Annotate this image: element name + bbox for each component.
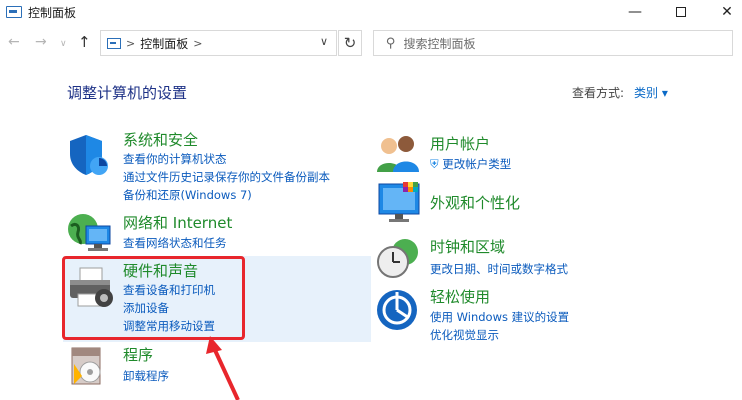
category-link[interactable]: ⛨ 更改帐户类型: [430, 156, 511, 172]
uac-shield-icon: ⛨: [430, 157, 443, 171]
search-input[interactable]: ⚲ 搜索控制面板: [373, 30, 733, 56]
display-icon: [378, 182, 420, 222]
search-placeholder: 搜索控制面板: [403, 36, 476, 51]
annotation-box: [62, 256, 245, 340]
category-title[interactable]: 用户帐户: [430, 135, 511, 153]
category-title[interactable]: 程序: [123, 346, 169, 364]
view-by-dropdown[interactable]: 类别 ▾: [634, 84, 668, 101]
category-link-label: 更改帐户类型: [442, 157, 512, 171]
category-link[interactable]: 卸载程序: [123, 368, 169, 384]
address-bar[interactable]: > 控制面板 > ∨: [100, 30, 337, 56]
category-title[interactable]: 外观和个性化: [430, 194, 520, 212]
breadcrumb-separator[interactable]: >: [193, 37, 202, 50]
navigation-bar: ← → ∨ ↑ > 控制面板 > ∨ ↻ ⚲ 搜索控制面板: [0, 28, 742, 60]
category-ease-of-access: 轻松使用 使用 Windows 建议的设置 优化视觉显示: [430, 288, 569, 343]
recent-locations-button[interactable]: ∨: [60, 39, 67, 49]
forward-button[interactable]: →: [35, 34, 47, 50]
category-appearance: 外观和个性化: [430, 194, 520, 212]
shield-icon: [70, 135, 108, 175]
programs-icon: [71, 347, 101, 385]
category-title[interactable]: 网络和 Internet: [123, 214, 232, 232]
refresh-button[interactable]: ↻: [338, 30, 362, 56]
page-title: 调整计算机的设置: [67, 84, 188, 102]
category-title[interactable]: 系统和安全: [123, 131, 330, 149]
maximize-icon: [676, 7, 686, 17]
close-button[interactable]: ✕: [704, 0, 742, 24]
network-icon: [68, 214, 111, 251]
window-title: 控制面板: [28, 5, 77, 20]
back-button[interactable]: ←: [8, 34, 20, 50]
minimize-button[interactable]: —: [612, 0, 658, 24]
ease-of-access-icon: [377, 290, 417, 330]
address-dropdown-icon[interactable]: ∨: [320, 35, 328, 48]
category-link[interactable]: 使用 Windows 建议的设置: [430, 309, 569, 325]
control-panel-icon: [107, 37, 121, 49]
breadcrumb-control-panel[interactable]: 控制面板: [140, 35, 188, 52]
view-by-label: 查看方式:: [572, 86, 625, 100]
breadcrumb-separator[interactable]: >: [126, 37, 135, 50]
category-title[interactable]: 时钟和区域: [430, 238, 568, 256]
control-panel-icon: [6, 6, 22, 18]
maximize-button[interactable]: [658, 0, 704, 24]
category-link[interactable]: 查看网络状态和任务: [123, 235, 232, 251]
category-network-internet: 网络和 Internet 查看网络状态和任务: [123, 214, 232, 251]
category-clock-region: 时钟和区域 更改日期、时间或数字格式: [430, 238, 568, 277]
category-programs: 程序 卸载程序: [123, 346, 169, 384]
category-link[interactable]: 查看你的计算机状态: [123, 151, 330, 167]
category-link[interactable]: 通过文件历史记录保存你的文件备份副本: [123, 169, 330, 185]
category-system-security: 系统和安全 查看你的计算机状态 通过文件历史记录保存你的文件备份副本 备份和还原…: [123, 131, 330, 203]
users-icon: [377, 136, 419, 172]
category-title[interactable]: 轻松使用: [430, 288, 569, 306]
clock-icon: [377, 239, 418, 278]
category-link[interactable]: 优化视觉显示: [430, 327, 569, 343]
category-link[interactable]: 备份和还原(Windows 7): [123, 187, 330, 203]
category-user-accounts: 用户帐户 ⛨ 更改帐户类型: [430, 135, 511, 172]
category-link[interactable]: 更改日期、时间或数字格式: [430, 261, 568, 277]
up-button[interactable]: ↑: [78, 33, 91, 51]
search-icon: ⚲: [386, 35, 396, 51]
annotation-arrow: [206, 336, 240, 400]
